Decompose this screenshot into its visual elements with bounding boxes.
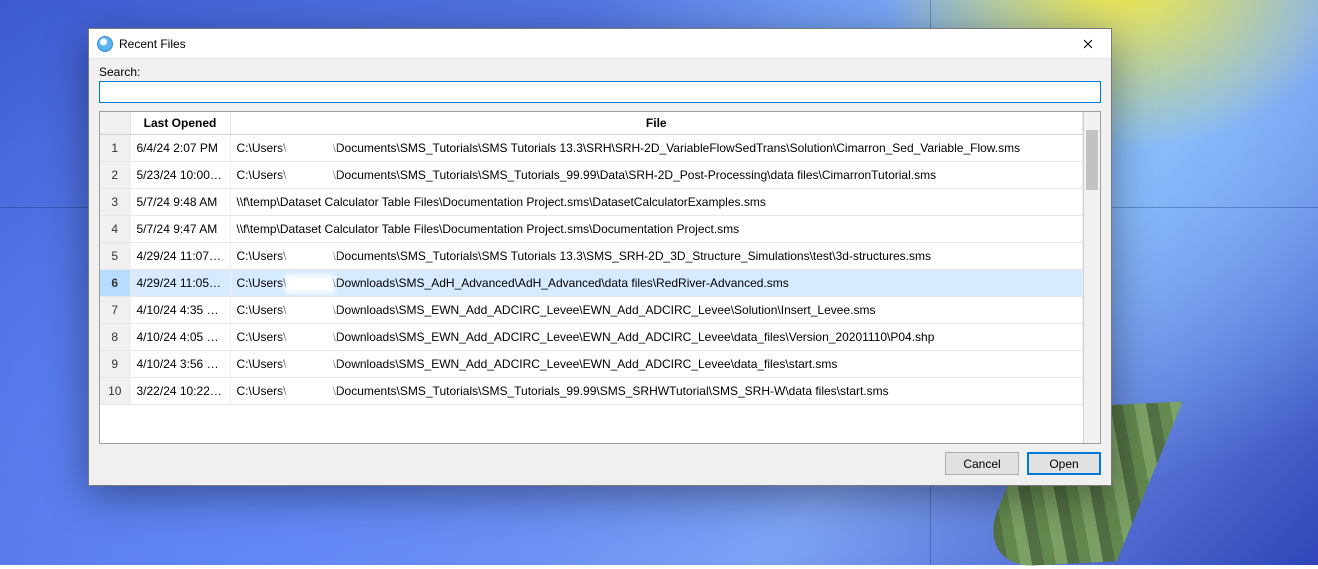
- row-file-path: C:\Users\\Documents\SMS_Tutorials\SMS_Tu…: [230, 378, 1083, 405]
- redacted-username: [289, 360, 331, 370]
- row-file-path: \\f\temp\Dataset Calculator Table Files\…: [230, 189, 1083, 216]
- row-file-path: C:\Users\\Downloads\SMS_EWN_Add_ADCIRC_L…: [230, 297, 1083, 324]
- table-row[interactable]: 94/10/24 3:56 PMC:\Users\\Downloads\SMS_…: [100, 351, 1083, 378]
- redacted-username: [289, 306, 331, 316]
- table-row[interactable]: 16/4/24 2:07 PMC:\Users\\Documents\SMS_T…: [100, 135, 1083, 162]
- redacted-username: [289, 252, 331, 262]
- close-icon: [1083, 39, 1093, 49]
- row-last-opened: 5/7/24 9:47 AM: [130, 216, 230, 243]
- dialog-buttons: Cancel Open: [99, 444, 1101, 475]
- table-row[interactable]: 54/29/24 11:07 AMC:\Users\\Documents\SMS…: [100, 243, 1083, 270]
- row-index: 9: [100, 351, 130, 378]
- redacted-username: [289, 279, 331, 289]
- table-row[interactable]: 25/23/24 10:00 AMC:\Users\\Documents\SMS…: [100, 162, 1083, 189]
- row-last-opened: 4/29/24 11:05 AM: [130, 270, 230, 297]
- row-last-opened: 4/10/24 4:35 PM: [130, 297, 230, 324]
- search-input[interactable]: [99, 81, 1101, 103]
- row-index: 10: [100, 378, 130, 405]
- row-file-path: C:\Users\\Downloads\SMS_EWN_Add_ADCIRC_L…: [230, 351, 1083, 378]
- row-last-opened: 4/29/24 11:07 AM: [130, 243, 230, 270]
- scrollbar-thumb[interactable]: [1086, 130, 1098, 190]
- redacted-username: [289, 171, 331, 181]
- open-button[interactable]: Open: [1027, 452, 1101, 475]
- dialog-content: Search: Last Opened File 16/4/24 2:07: [89, 59, 1111, 485]
- row-index: 6: [100, 270, 130, 297]
- row-index: 5: [100, 243, 130, 270]
- row-index: 1: [100, 135, 130, 162]
- col-index[interactable]: [100, 112, 130, 135]
- row-index: 3: [100, 189, 130, 216]
- row-last-opened: 5/23/24 10:00 AM: [130, 162, 230, 189]
- row-file-path: \\f\temp\Dataset Calculator Table Files\…: [230, 216, 1083, 243]
- redacted-username: [289, 387, 331, 397]
- row-last-opened: 5/7/24 9:48 AM: [130, 189, 230, 216]
- recent-files-table-wrap: Last Opened File 16/4/24 2:07 PMC:\Users…: [99, 111, 1101, 444]
- table-row[interactable]: 103/22/24 10:22 AMC:\Users\\Documents\SM…: [100, 378, 1083, 405]
- titlebar: Recent Files: [89, 29, 1111, 59]
- table-row[interactable]: 45/7/24 9:47 AM\\f\temp\Dataset Calculat…: [100, 216, 1083, 243]
- row-index: 8: [100, 324, 130, 351]
- row-file-path: C:\Users\\Documents\SMS_Tutorials\SMS_Tu…: [230, 162, 1083, 189]
- app-icon: [97, 36, 113, 52]
- row-last-opened: 4/10/24 4:05 PM: [130, 324, 230, 351]
- table-row[interactable]: 35/7/24 9:48 AM\\f\temp\Dataset Calculat…: [100, 189, 1083, 216]
- recent-files-table-scroll[interactable]: Last Opened File 16/4/24 2:07 PMC:\Users…: [100, 112, 1083, 443]
- row-file-path: C:\Users\\Documents\SMS_Tutorials\SMS Tu…: [230, 243, 1083, 270]
- col-last-opened[interactable]: Last Opened: [130, 112, 230, 135]
- row-file-path: C:\Users\\Downloads\SMS_EWN_Add_ADCIRC_L…: [230, 324, 1083, 351]
- recent-files-table: Last Opened File 16/4/24 2:07 PMC:\Users…: [100, 112, 1083, 405]
- search-label: Search:: [99, 65, 1101, 79]
- cancel-button[interactable]: Cancel: [945, 452, 1019, 475]
- row-last-opened: 3/22/24 10:22 AM: [130, 378, 230, 405]
- col-file[interactable]: File: [230, 112, 1083, 135]
- recent-files-dialog: Recent Files Search: Last Opened: [88, 28, 1112, 486]
- row-index: 2: [100, 162, 130, 189]
- row-index: 7: [100, 297, 130, 324]
- table-header: Last Opened File: [100, 112, 1083, 135]
- table-body: 16/4/24 2:07 PMC:\Users\\Documents\SMS_T…: [100, 135, 1083, 405]
- window-title: Recent Files: [119, 37, 1065, 51]
- redacted-username: [289, 144, 331, 154]
- close-button[interactable]: [1065, 29, 1111, 59]
- row-last-opened: 6/4/24 2:07 PM: [130, 135, 230, 162]
- row-last-opened: 4/10/24 3:56 PM: [130, 351, 230, 378]
- row-file-path: C:\Users\\Documents\SMS_Tutorials\SMS Tu…: [230, 135, 1083, 162]
- row-index: 4: [100, 216, 130, 243]
- table-row[interactable]: 74/10/24 4:35 PMC:\Users\\Downloads\SMS_…: [100, 297, 1083, 324]
- redacted-username: [289, 333, 331, 343]
- table-row[interactable]: 84/10/24 4:05 PMC:\Users\\Downloads\SMS_…: [100, 324, 1083, 351]
- vertical-scrollbar[interactable]: [1083, 112, 1100, 443]
- row-file-path: C:\Users\\Downloads\SMS_AdH_Advanced\AdH…: [230, 270, 1083, 297]
- table-row[interactable]: 64/29/24 11:05 AMC:\Users\\Downloads\SMS…: [100, 270, 1083, 297]
